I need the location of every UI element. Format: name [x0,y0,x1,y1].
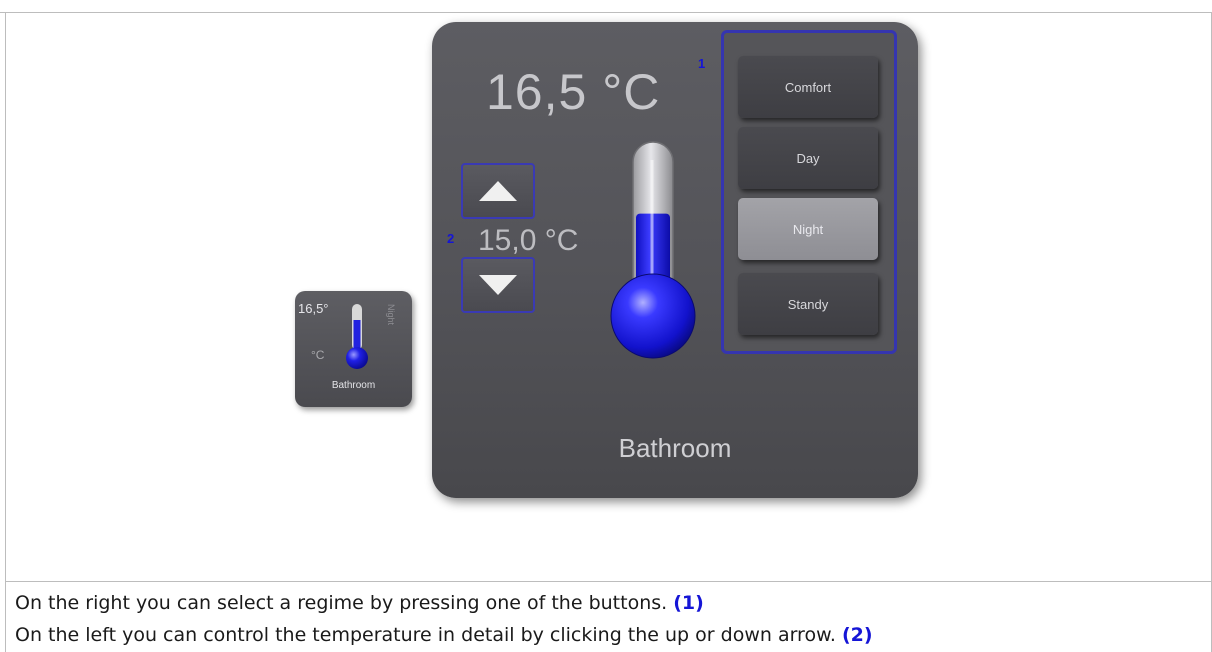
description-line-1: On the right you can select a regime by … [15,592,704,614]
mini-thermometer-icon [346,304,368,369]
mini-temp-unit: °C [311,348,325,362]
regime-day-button[interactable]: Day [738,127,878,189]
reference-marker-1: (1) [673,592,704,614]
arrow-up-icon [479,181,517,201]
marker-setpoint: 2 [447,231,455,246]
reference-marker-2: (2) [841,624,873,646]
regime-standby-button[interactable]: Standy [738,273,878,335]
mini-room-label: Bathroom [331,380,376,391]
current-temperature: 16,5 °C [486,64,661,120]
thermometer-icon [610,141,696,359]
mini-mode-label: Night [386,304,396,326]
room-label: Bathroom [618,433,732,463]
description-line-2: On the left you can control the temperat… [15,624,873,646]
arrow-down-icon [479,275,517,295]
regime-label: Standy [787,296,829,312]
mini-current-temp: 16,5° [298,301,329,316]
frame-divider [5,581,1212,582]
description-text: On the left you can control the temperat… [15,624,836,646]
regime-label: Day [796,150,820,166]
decrease-temp-button[interactable] [461,257,535,313]
regime-label: Comfort [784,79,832,95]
marker-regimes: 1 [698,56,706,71]
increase-temp-button[interactable] [461,163,535,219]
regime-night-button[interactable]: Night [738,198,878,260]
frame-left-border [5,12,6,652]
description-text: On the right you can select a regime by … [15,592,668,614]
frame-top-border [0,12,1212,13]
regime-label: Night [792,221,824,237]
regime-comfort-button[interactable]: Comfort [738,56,878,118]
